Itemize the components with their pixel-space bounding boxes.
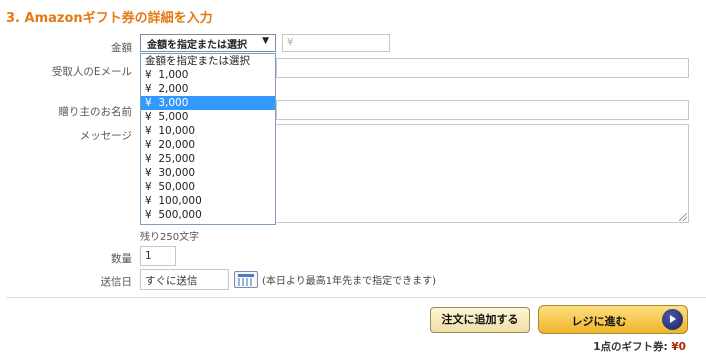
amount-label: 金額 [111,42,132,54]
amount-option[interactable]: ¥ 100,000 [141,194,275,208]
amount-option[interactable]: ¥ 1,000 [141,68,275,82]
amount-option[interactable]: ¥ 2,000 [141,82,275,96]
amount-option[interactable]: ¥ 50,000 [141,180,275,194]
amount-option[interactable]: ¥ 10,000 [141,124,275,138]
chevron-down-icon: ▼ [262,36,269,46]
amount-select[interactable]: 金額を指定または選択 ▼ [140,34,276,52]
custom-amount-input[interactable]: ¥ [282,34,390,52]
amount-option-highlighted[interactable]: ¥ 3,000 [141,96,275,110]
divider [6,297,706,298]
amount-option[interactable]: ¥ 5,000 [141,110,275,124]
sender-name-label: 贈り主のお名前 [58,106,133,118]
quantity-label: 数量 [111,253,132,265]
send-date-field[interactable]: すぐに送信 [140,269,229,290]
recipient-email-label: 受取人のEメール [51,66,132,78]
amount-dropdown-list[interactable]: 金額を指定または選択 ¥ 1,000 ¥ 2,000 ¥ 3,000 ¥ 5,0… [140,53,276,225]
amount-option[interactable]: 金額を指定または選択 [141,54,275,68]
amount-option[interactable]: ¥ 500,000 [141,208,275,222]
summary-price: ¥0 [671,341,686,353]
send-date-hint: (本日より最高1年先まで指定できます) [262,276,436,287]
amount-option[interactable]: ¥ 20,000 [141,138,275,152]
amount-option[interactable]: ¥ 25,000 [141,152,275,166]
message-label: メッセージ [79,130,132,142]
proceed-to-checkout-label: レジに進む [571,315,627,328]
arrow-right-icon [662,309,683,330]
summary-label: 1点のギフト券: [593,341,668,353]
sender-name-field[interactable] [276,100,689,120]
order-summary: 1点のギフト券: ¥0 [593,339,686,354]
proceed-to-checkout-button[interactable]: レジに進む [538,305,688,334]
add-to-order-button[interactable]: 注文に追加する [430,307,530,333]
section-title: 3. Amazonギフト券の詳細を入力 [6,11,213,26]
resize-grip-icon[interactable] [679,213,687,221]
amount-select-value: 金額を指定または選択 [147,40,247,51]
send-date-label: 送信日 [100,276,133,288]
message-remaining-count: 残り250文字 [140,232,200,243]
amount-option[interactable]: ¥ 30,000 [141,166,275,180]
recipient-email-field[interactable] [276,58,689,78]
calendar-icon[interactable] [234,271,258,288]
quantity-field[interactable]: 1 [140,246,176,266]
